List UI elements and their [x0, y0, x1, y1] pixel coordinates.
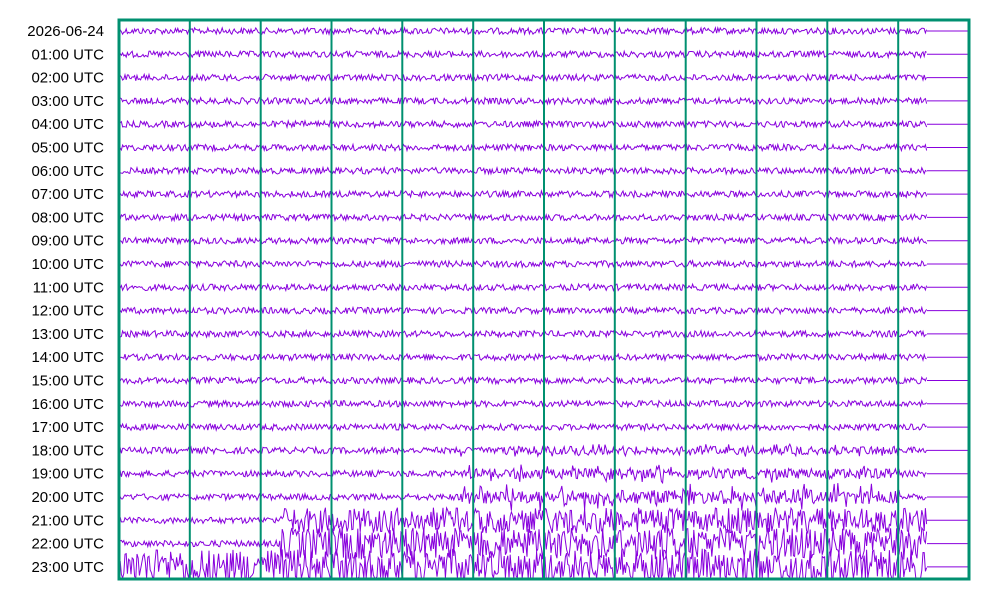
row-label: 15:00 UTC: [31, 373, 104, 390]
row-label: 13:00 UTC: [31, 326, 104, 343]
row-label: 10:00 UTC: [31, 256, 104, 273]
row-label: 04:00 UTC: [31, 116, 104, 133]
trace-row: [118, 142, 928, 153]
row-label: 07:00 UTC: [31, 186, 104, 203]
row-label: 01:00 UTC: [31, 46, 104, 63]
row-label: 19:00 UTC: [31, 466, 104, 483]
row-label: 08:00 UTC: [31, 209, 104, 226]
trace-row: [118, 305, 928, 316]
row-label: 06:00 UTC: [31, 163, 104, 180]
trace-row: [118, 398, 927, 409]
trace-row: [118, 464, 927, 485]
row-label: 11:00 UTC: [33, 279, 105, 296]
row-label: 09:00 UTC: [31, 233, 104, 250]
grid-lines: [188, 20, 900, 579]
trace-row: [118, 25, 928, 37]
trace-row: [118, 259, 927, 270]
trace-row: [118, 375, 928, 386]
trace-row: [118, 328, 927, 339]
row-label: 02:00 UTC: [31, 70, 104, 87]
trace-row: [118, 443, 928, 458]
seismogram-chart: 2026-06-24 01:00 UTC 02:00 UTC 03:00 UTC 04:…: [27, 18, 971, 581]
row-label: 22:00 UTC: [31, 536, 104, 553]
trace-row: [118, 282, 928, 293]
trace-row: [118, 548, 928, 580]
trace-row: [118, 235, 928, 246]
row-label: 2026-06-24: [27, 23, 104, 40]
trace-row: [118, 95, 928, 106]
row-label: 20:00 UTC: [31, 489, 104, 506]
trace-row: [118, 49, 927, 60]
row-label: 05:00 UTC: [31, 140, 104, 157]
row-label: 21:00 UTC: [31, 512, 104, 529]
row-label: 03:00 UTC: [31, 93, 104, 110]
row-label: 17:00 UTC: [31, 419, 104, 436]
row-label: 16:00 UTC: [31, 396, 104, 413]
trace-row: [118, 506, 928, 535]
row-label: 12:00 UTC: [31, 303, 104, 320]
trace-row: [118, 165, 927, 176]
trace-row: [118, 119, 928, 130]
row-label: 14:00 UTC: [31, 349, 104, 366]
row-labels: 2026-06-24 01:00 UTC 02:00 UTC 03:00 UTC 04:…: [27, 23, 104, 576]
row-label: 18:00 UTC: [31, 442, 104, 459]
trace-row: [118, 189, 928, 200]
trace-row: [118, 212, 928, 223]
trace-row: [118, 352, 927, 363]
trace-row: [118, 422, 927, 433]
row-label: 23:00 UTC: [31, 559, 104, 576]
trace-row: [118, 483, 927, 512]
trace-row: [118, 72, 928, 83]
